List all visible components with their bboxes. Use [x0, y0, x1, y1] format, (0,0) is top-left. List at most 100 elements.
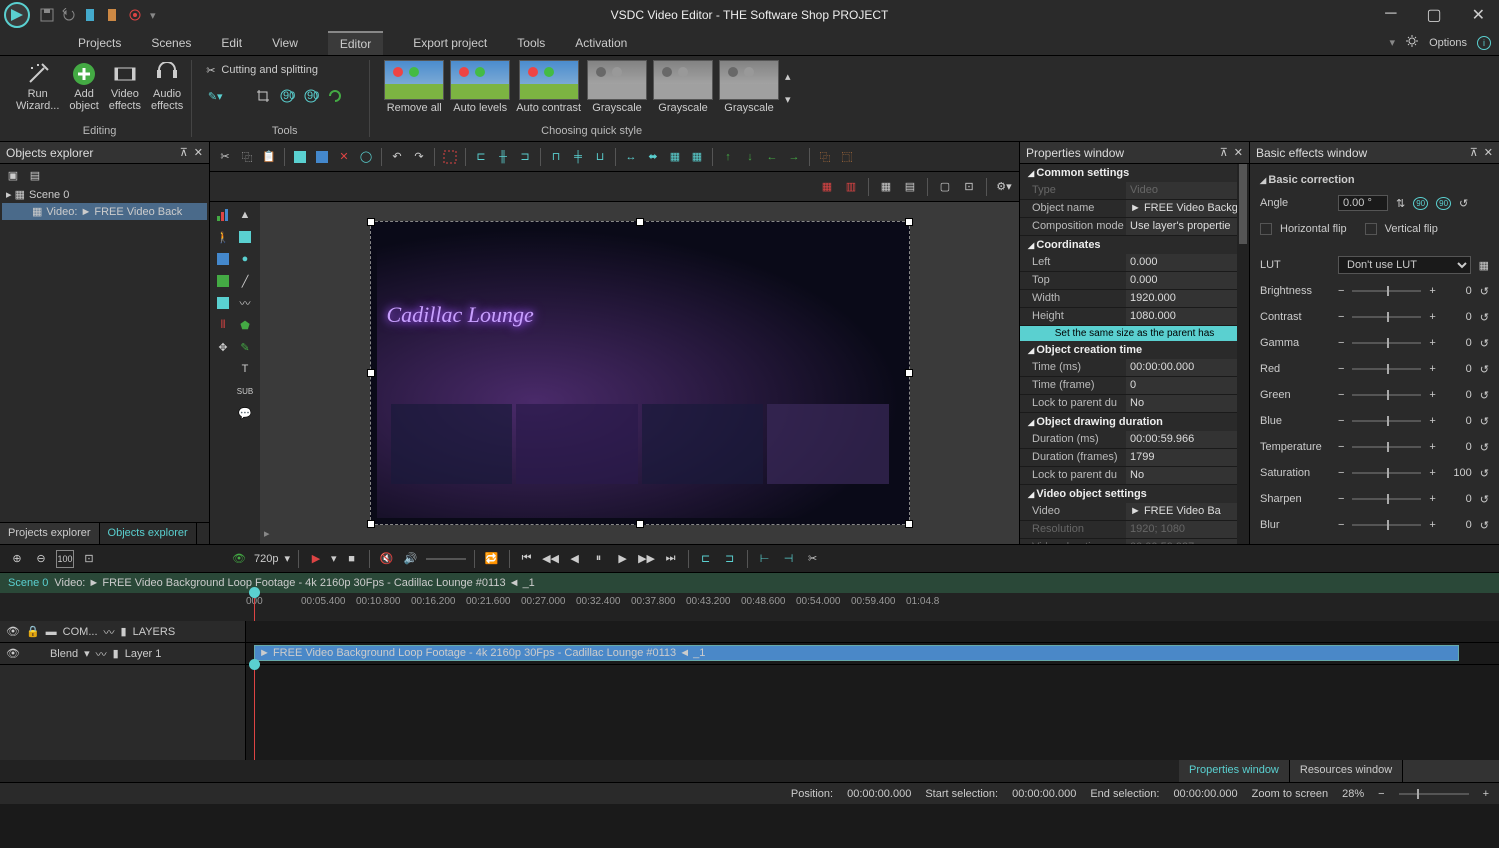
menu-view[interactable]: View	[272, 36, 298, 50]
close-panel-icon[interactable]: ✕	[1484, 146, 1493, 159]
slider-blur-inc[interactable]: +	[1429, 519, 1435, 531]
res-dropdown-icon[interactable]: ▾	[284, 552, 290, 565]
rect-tool-icon[interactable]	[236, 228, 254, 246]
crop-tl-icon[interactable]: ✂	[804, 550, 822, 568]
step-fwd-icon[interactable]: ▶	[614, 550, 632, 568]
vol-icon[interactable]: 🔊	[402, 550, 420, 568]
volume-slider[interactable]	[426, 558, 466, 560]
quick-grayscale3[interactable]: Grayscale	[719, 60, 779, 114]
quick-autolevels[interactable]: Auto levels	[450, 60, 510, 114]
subtitle-tool-icon[interactable]: SUB	[236, 382, 254, 400]
tab-projects-explorer[interactable]: Projects explorer	[0, 523, 100, 544]
align-middle-icon[interactable]: ╪	[569, 148, 587, 166]
slider-temperature[interactable]	[1352, 446, 1421, 448]
slider-saturation-dec[interactable]: −	[1338, 467, 1344, 479]
slider-gamma-reset-icon[interactable]: ↺	[1480, 337, 1489, 350]
slider-sharpen-dec[interactable]: −	[1338, 493, 1344, 505]
slider-brightness-dec[interactable]: −	[1338, 285, 1344, 297]
close-panel-icon[interactable]: ✕	[194, 146, 203, 159]
group-icon[interactable]: ⿻	[816, 148, 834, 166]
settings-gear-icon[interactable]: ⚙▾	[995, 178, 1013, 196]
undo-icon[interactable]: ↶	[388, 148, 406, 166]
slider-contrast-reset-icon[interactable]: ↺	[1480, 311, 1489, 324]
vflip-checkbox[interactable]	[1365, 223, 1377, 235]
slider-blur[interactable]	[1352, 524, 1421, 526]
ruler-tool-icon[interactable]	[230, 87, 248, 105]
slider-gamma[interactable]	[1352, 342, 1421, 344]
zoom-in-btn[interactable]: +	[1483, 788, 1489, 800]
info-icon[interactable]: i	[1477, 36, 1491, 50]
zoom-slider[interactable]	[1399, 793, 1469, 795]
track-eye-icon[interactable]: 👁	[6, 647, 20, 660]
lut-select[interactable]: Don't use LUT	[1338, 256, 1471, 274]
go-start-icon[interactable]: ⏮	[518, 550, 536, 568]
chart-tool-icon[interactable]	[214, 206, 232, 224]
quick-grayscale2[interactable]: Grayscale	[653, 60, 713, 114]
paste-icon[interactable]: 📋	[260, 148, 278, 166]
audio-tool-icon[interactable]	[214, 272, 232, 290]
close-button[interactable]: ✕	[1472, 5, 1485, 25]
section-correction[interactable]: Basic correction	[1260, 170, 1489, 190]
prop-height[interactable]: 1080.000	[1126, 308, 1249, 325]
close-panel-icon[interactable]: ✕	[1234, 146, 1243, 159]
arrow-right-icon[interactable]: →	[785, 148, 803, 166]
play-dropdown-icon[interactable]: ▾	[331, 552, 337, 565]
brush-tool-icon[interactable]: ✎	[236, 338, 254, 356]
resize-handle-mr[interactable]	[905, 369, 913, 377]
next-frame-icon[interactable]: ▶▶	[638, 550, 656, 568]
pause-icon[interactable]: ⏸	[590, 550, 608, 568]
slider-sharpen[interactable]	[1352, 498, 1421, 500]
back-icon[interactable]	[313, 148, 331, 166]
tl-wave-icon[interactable]: 〰	[104, 624, 115, 640]
slider-gamma-dec[interactable]: −	[1338, 337, 1344, 349]
split2-icon[interactable]: ⊣	[780, 550, 798, 568]
btn-same-size[interactable]: Set the same size as the parent has	[1020, 326, 1249, 341]
slider-blue-dec[interactable]: −	[1338, 415, 1344, 427]
split-icon[interactable]: ⊢	[756, 550, 774, 568]
hflip-checkbox[interactable]	[1260, 223, 1272, 235]
prev-frame-icon[interactable]: ◀◀	[542, 550, 560, 568]
tab-resources-window[interactable]: Resources window	[1290, 760, 1403, 782]
prop-top[interactable]: 0.000	[1126, 272, 1249, 289]
mute-icon[interactable]: 🔇	[378, 550, 396, 568]
slider-green-inc[interactable]: +	[1429, 389, 1435, 401]
video-preview[interactable]: Cadillac Lounge	[370, 221, 910, 525]
quick-removeall[interactable]: Remove all	[384, 60, 444, 114]
pin-icon[interactable]: ⊼	[180, 146, 188, 159]
spacing2-icon[interactable]: ▦	[688, 148, 706, 166]
exp-collapse-icon[interactable]: ▣	[4, 166, 22, 184]
ungroup-icon[interactable]: ⿹	[838, 148, 856, 166]
refresh-tool-icon[interactable]	[326, 87, 344, 105]
eq-tool-icon[interactable]: ⦀	[214, 316, 232, 334]
slider-saturation-reset-icon[interactable]: ↺	[1480, 467, 1489, 480]
slider-red-reset-icon[interactable]: ↺	[1480, 363, 1489, 376]
section-videoobj[interactable]: Video object settings	[1020, 485, 1249, 503]
loop-icon[interactable]: 🔁	[483, 550, 501, 568]
ellipse-tool-icon[interactable]: ●	[236, 250, 254, 268]
menu-edit[interactable]: Edit	[221, 36, 242, 50]
copy-icon[interactable]: ⿻	[238, 148, 256, 166]
slider-brightness-reset-icon[interactable]: ↺	[1480, 285, 1489, 298]
slider-temperature-dec[interactable]: −	[1338, 441, 1344, 453]
qat-doc-icon[interactable]	[84, 8, 98, 22]
options-label[interactable]: Options	[1429, 37, 1467, 49]
layer-name[interactable]: Layer 1	[125, 648, 162, 660]
blend-select[interactable]: Blend	[50, 648, 78, 660]
angle-reset-icon[interactable]: ↺	[1459, 197, 1468, 210]
slider-red[interactable]	[1352, 368, 1421, 370]
video-effects-button[interactable]: Video effects	[107, 60, 143, 114]
timeline-clip[interactable]: ► FREE Video Background Loop Footage - 4…	[254, 645, 1459, 661]
dist-h-icon[interactable]: ↔	[622, 148, 640, 166]
slider-contrast[interactable]	[1352, 316, 1421, 318]
snap-icon[interactable]: ⊡	[960, 178, 978, 196]
pin-icon[interactable]: ⊼	[1220, 146, 1228, 159]
section-creation[interactable]: Object creation time	[1020, 341, 1249, 359]
bounds-icon[interactable]: ▢	[936, 178, 954, 196]
zoom-fit-icon[interactable]: ⊡	[80, 550, 98, 568]
slider-sharpen-inc[interactable]: +	[1429, 493, 1435, 505]
section-coords[interactable]: Coordinates	[1020, 236, 1249, 254]
slider-temperature-inc[interactable]: +	[1429, 441, 1435, 453]
resize-handle-bm[interactable]	[636, 520, 644, 528]
quick-autocontrast[interactable]: Auto contrast	[516, 60, 581, 114]
menu-tools[interactable]: Tools	[517, 36, 545, 50]
